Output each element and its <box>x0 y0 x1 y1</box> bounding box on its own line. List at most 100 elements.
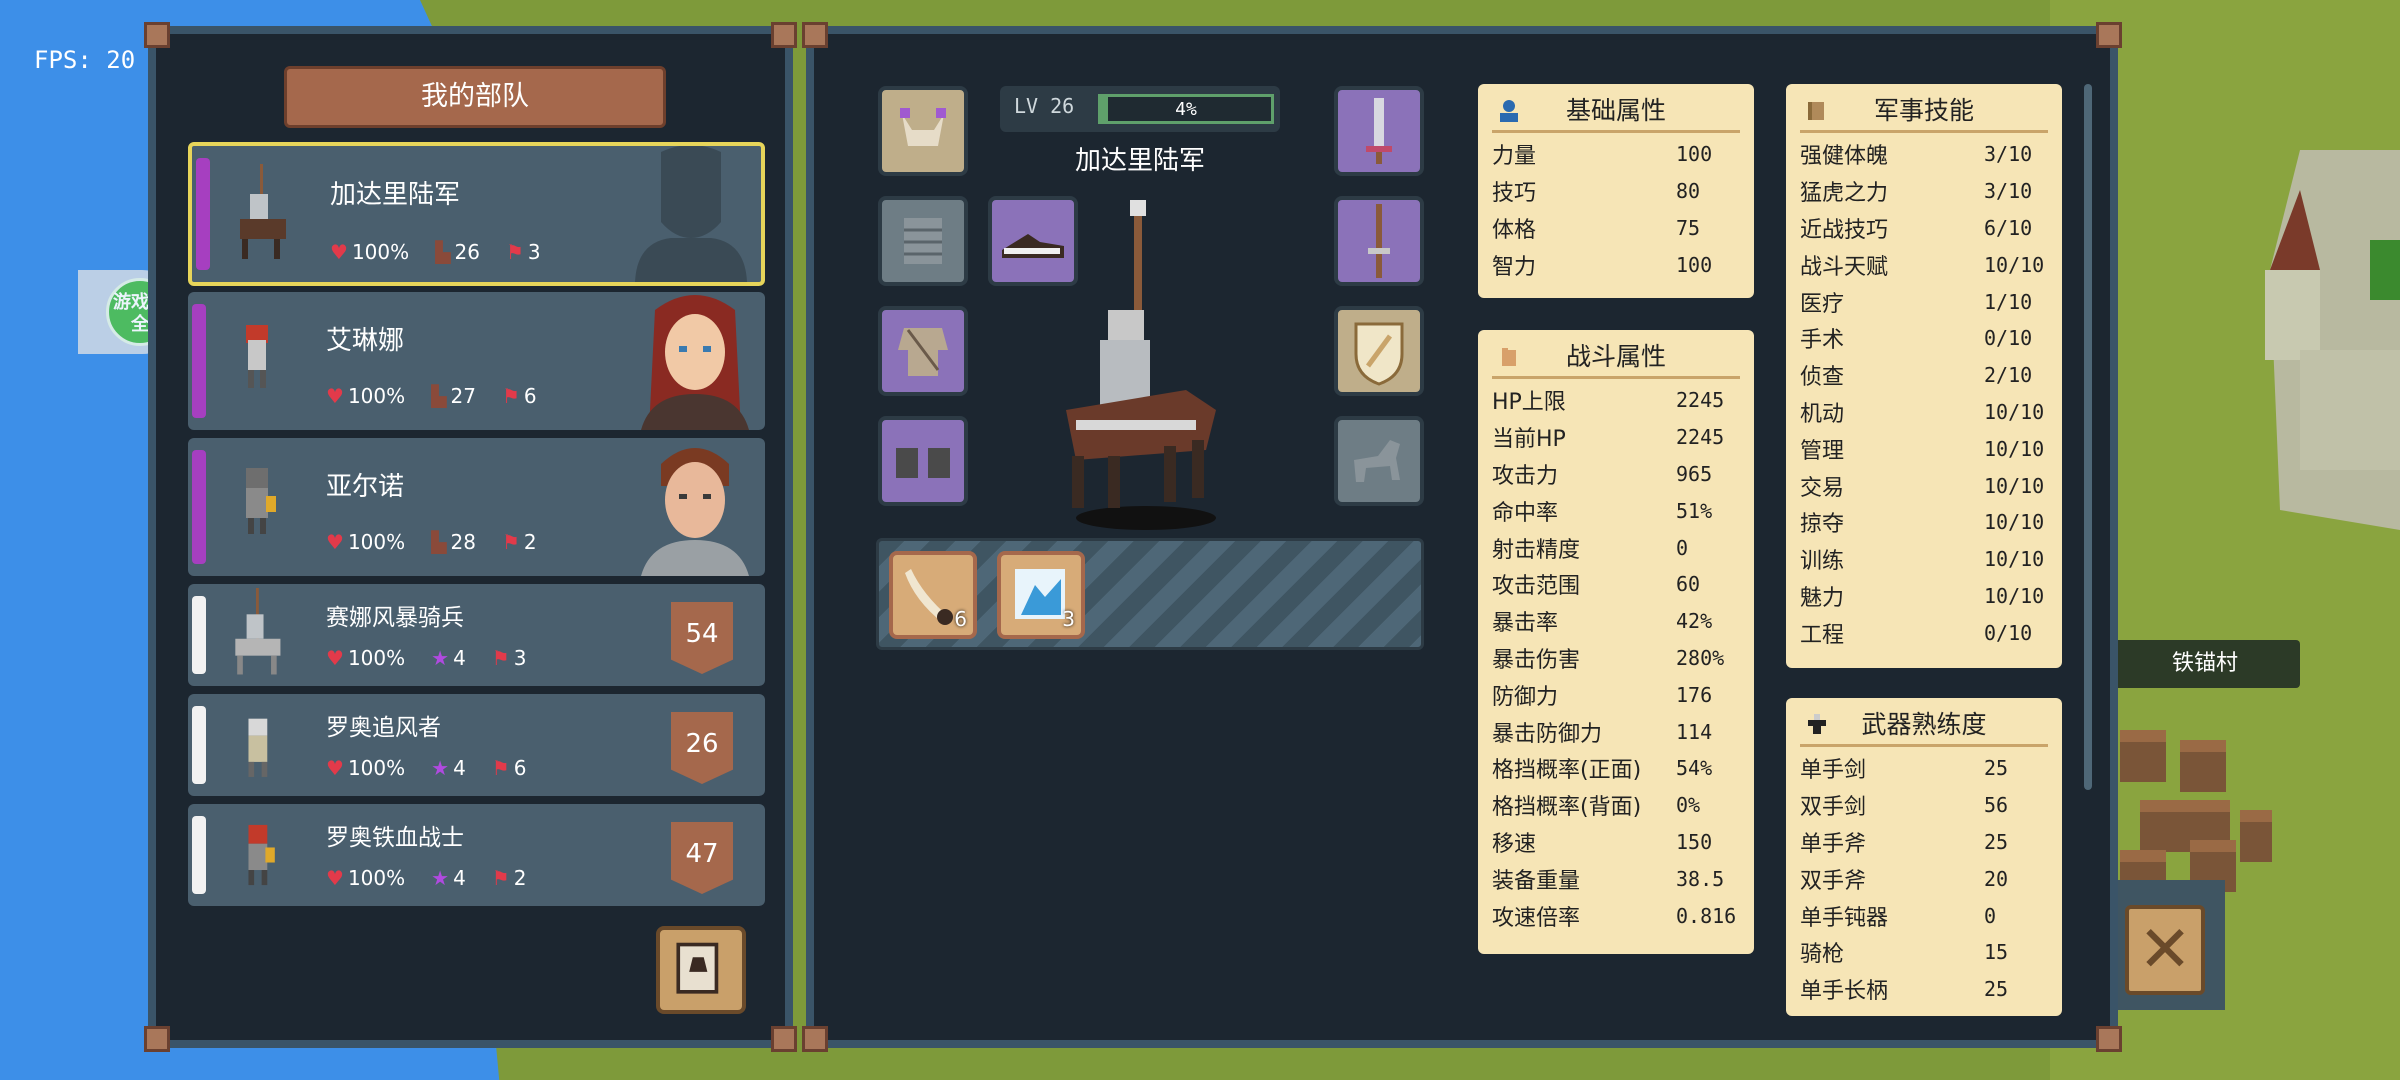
mastery-value: 25 <box>1984 829 2009 854</box>
attr-row: 暴击率 42% <box>1492 603 1744 640</box>
attr-row: 体格 75 <box>1492 210 1744 247</box>
attr-row: 暴击伤害 280% <box>1492 640 1744 677</box>
unit-count: 6 <box>513 756 527 780</box>
unit-level: 28 <box>450 530 476 554</box>
castle-icon[interactable] <box>2240 150 2400 550</box>
attr-row: 格挡概率(背面) 0% <box>1492 787 1744 824</box>
attr-value: 2245 <box>1676 425 1725 450</box>
codex-button[interactable] <box>656 926 746 1014</box>
unit-card[interactable]: 罗奥铁血战士 ♥ 100% ★ 4 ⚑ 2 47 <box>188 804 765 906</box>
corner-decor <box>144 1026 170 1052</box>
attr-key: 射击精度 <box>1492 537 1581 563</box>
gloves-slot[interactable] <box>878 416 968 506</box>
skill-row: 侦查 2/10 <box>1800 357 2052 394</box>
skill-value: 10/10 <box>1984 583 2045 608</box>
attr-key: 体格 <box>1492 217 1537 243</box>
unit-count: 2 <box>513 866 527 890</box>
skill-value: 3/10 <box>1984 142 2033 167</box>
unit-name: 亚尔诺 <box>326 472 405 502</box>
weapon-slot[interactable] <box>1334 86 1424 176</box>
attr-value: 280% <box>1676 645 1725 670</box>
attr-key: 技巧 <box>1492 181 1537 207</box>
mastery-row: 单手斧 25 <box>1800 824 2052 861</box>
village-label[interactable]: 铁锚村 <box>2110 640 2300 688</box>
attr-value: 114 <box>1676 719 1713 744</box>
attr-value: 51% <box>1676 498 1713 523</box>
lance-icon <box>1368 204 1390 278</box>
unit-type-bar <box>192 304 206 418</box>
unit-type-bar <box>196 158 210 270</box>
attr-value: 42% <box>1676 609 1713 634</box>
mount-slot[interactable] <box>1334 416 1424 506</box>
unit-name: 加达里陆军 <box>330 180 461 210</box>
skill-key: 魅力 <box>1800 585 1845 611</box>
attr-row: 攻击力 965 <box>1492 456 1744 493</box>
unit-card[interactable]: 罗奥追风者 ♥ 100% ★ 4 ⚑ 6 26 <box>188 694 765 796</box>
level-label: LV 26 <box>1014 94 1075 118</box>
shield-slot[interactable] <box>1334 306 1424 396</box>
mastery-value: 0 <box>1984 903 1997 928</box>
attr-row: 技巧 80 <box>1492 173 1744 210</box>
unit-count: 3 <box>527 240 541 264</box>
inventory-slot[interactable]: 3 <box>997 551 1085 639</box>
boot-icon: ▙ <box>431 530 447 554</box>
unit-count: 2 <box>523 530 537 554</box>
heart-icon: ♥ <box>326 866 344 890</box>
skill-value: 0/10 <box>1984 620 2033 645</box>
attr-row: 格挡概率(正面) 54% <box>1492 750 1744 787</box>
attr-key: 攻速倍率 <box>1492 905 1581 931</box>
body-slot[interactable] <box>878 306 968 396</box>
skill-key: 训练 <box>1800 549 1845 575</box>
person-icon <box>1500 100 1518 122</box>
attr-row: 防御力 176 <box>1492 676 1744 713</box>
mastery-row: 双手斧 20 <box>1800 860 2052 897</box>
attr-key: 智力 <box>1492 254 1537 280</box>
unit-card[interactable]: 加达里陆军 ♥ 100% ▙ 26 ⚑ 3 <box>188 142 765 286</box>
corner-decor <box>771 22 797 48</box>
skill-row: 训练 10/10 <box>1800 541 2052 578</box>
close-button[interactable]: ✕ <box>2125 905 2205 995</box>
xp-bar: 4% <box>1098 94 1274 124</box>
skill-value: 2/10 <box>1984 363 2033 388</box>
attr-key: 移速 <box>1492 831 1537 857</box>
cavalry-sprite-icon <box>240 164 286 259</box>
unit-name: 艾琳娜 <box>326 326 405 356</box>
unit-card[interactable]: 亚尔诺 ♥ 100% ▙ 28 ⚑ 2 <box>188 438 765 576</box>
unit-type-bar <box>192 450 206 564</box>
skill-key: 掠夺 <box>1800 512 1845 538</box>
skill-row: 机动 10/10 <box>1800 394 2052 431</box>
boot-icon: ▙ <box>435 240 451 264</box>
corner-decor <box>802 1026 828 1052</box>
card-title: 武器熟练度 <box>1861 710 1987 739</box>
skill-row: 交易 10/10 <box>1800 467 2052 504</box>
skill-value: 10/10 <box>1984 547 2045 572</box>
skill-row: 近战技巧 6/10 <box>1800 210 2052 247</box>
attr-row: 攻速倍率 0.816 <box>1492 897 1744 934</box>
inventory-bar: 6 3 <box>876 538 1424 650</box>
unit-card[interactable]: 艾琳娜 ♥ 100% ▙ 27 ⚑ 6 <box>188 292 765 430</box>
unit-hp: 100% <box>347 384 406 408</box>
mastery-row: 骑枪 15 <box>1800 934 2052 971</box>
unit-type-bar <box>192 706 206 784</box>
helmet-slot[interactable] <box>878 86 968 176</box>
unit-name: 罗奥追风者 <box>326 715 441 741</box>
skill-key: 管理 <box>1800 438 1845 464</box>
unit-tier: 4 <box>453 646 466 670</box>
unit-card[interactable]: 赛娜风暴骑兵 ♥ 100% ★ 4 ⚑ 3 54 <box>188 584 765 686</box>
attr-row: 智力 100 <box>1492 246 1744 283</box>
skill-key: 医疗 <box>1800 291 1845 317</box>
unit-level: 26 <box>454 240 480 264</box>
heart-icon: ♥ <box>326 646 344 670</box>
lance-slot[interactable] <box>1334 196 1424 286</box>
skill-row: 手术 0/10 <box>1800 320 2052 357</box>
heart-icon: ♥ <box>326 530 344 554</box>
attr-key: 攻击范围 <box>1492 574 1581 600</box>
unit-level: 27 <box>450 384 476 408</box>
scroll-icon <box>1808 102 1824 120</box>
armor-icon <box>904 218 942 264</box>
armor-slot[interactable] <box>878 196 968 286</box>
stats-scrollbar[interactable] <box>2084 84 2092 790</box>
star-icon: ★ <box>431 646 450 670</box>
skill-row: 猛虎之力 3/10 <box>1800 173 2052 210</box>
inventory-slot[interactable]: 6 <box>889 551 977 639</box>
